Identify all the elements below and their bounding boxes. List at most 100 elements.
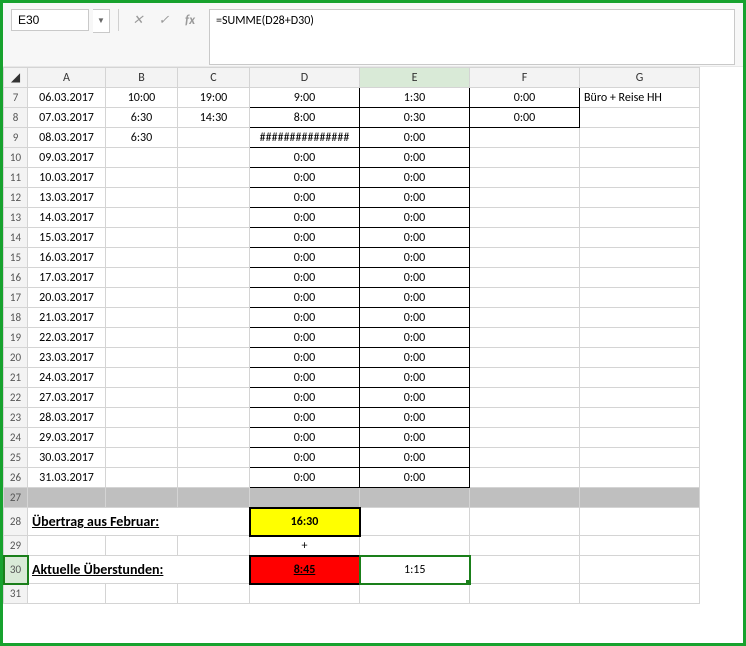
cell[interactable] [360, 584, 470, 604]
row-header[interactable]: 20 [4, 348, 28, 368]
cell[interactable] [470, 556, 580, 584]
cell[interactable] [178, 468, 250, 488]
cell[interactable]: 0:00 [360, 388, 470, 408]
cell[interactable]: 6:30 [106, 108, 178, 128]
cell[interactable]: 0:00 [250, 148, 360, 168]
cell[interactable]: 0:00 [360, 368, 470, 388]
cell[interactable]: 0:00 [250, 368, 360, 388]
cell[interactable] [178, 148, 250, 168]
cell[interactable] [178, 168, 250, 188]
worksheet[interactable]: ◢ A B C D E F G 706.03.201710:0019:009:0… [3, 67, 743, 604]
cell[interactable] [106, 188, 178, 208]
cell[interactable]: 0:00 [360, 288, 470, 308]
cell[interactable] [470, 468, 580, 488]
cell[interactable] [580, 388, 700, 408]
cell[interactable] [470, 488, 580, 508]
cell[interactable] [470, 168, 580, 188]
cell[interactable]: 22.03.2017 [28, 328, 106, 348]
row-header[interactable]: 22 [4, 388, 28, 408]
cell[interactable]: 06.03.2017 [28, 88, 106, 108]
cell[interactable] [580, 468, 700, 488]
cell[interactable]: 0:00 [250, 188, 360, 208]
row-header[interactable]: 12 [4, 188, 28, 208]
row-header[interactable]: 19 [4, 328, 28, 348]
cell[interactable] [106, 448, 178, 468]
cell[interactable]: 0:00 [250, 268, 360, 288]
row-header[interactable]: 29 [4, 536, 28, 556]
cell[interactable]: 24.03.2017 [28, 368, 106, 388]
cell[interactable] [470, 508, 580, 536]
cell[interactable]: 0:00 [360, 168, 470, 188]
row-header[interactable]: 13 [4, 208, 28, 228]
cell[interactable]: 15.03.2017 [28, 228, 106, 248]
cell[interactable] [106, 148, 178, 168]
cell[interactable]: 0:00 [250, 248, 360, 268]
cell[interactable]: 9:00 [250, 88, 360, 108]
cell[interactable] [580, 168, 700, 188]
cell[interactable]: 17.03.2017 [28, 268, 106, 288]
cell[interactable] [470, 348, 580, 368]
row-header[interactable]: 14 [4, 228, 28, 248]
cell[interactable] [580, 108, 700, 128]
cell[interactable] [580, 208, 700, 228]
label-uebertrag[interactable]: Übertrag aus Februar: [28, 508, 250, 536]
cell[interactable] [106, 308, 178, 328]
cell[interactable] [106, 168, 178, 188]
cell[interactable] [580, 188, 700, 208]
cell[interactable]: 0:00 [250, 428, 360, 448]
cell[interactable] [178, 368, 250, 388]
cell[interactable] [470, 308, 580, 328]
fx-icon[interactable]: fx [179, 9, 201, 31]
col-header-E[interactable]: E [360, 68, 470, 88]
cell[interactable]: 19:00 [178, 88, 250, 108]
cell[interactable]: 14:30 [178, 108, 250, 128]
cell[interactable]: 14.03.2017 [28, 208, 106, 228]
cell[interactable]: 30.03.2017 [28, 448, 106, 468]
cell[interactable] [28, 584, 106, 604]
cell[interactable] [470, 208, 580, 228]
cell[interactable]: 0:00 [360, 408, 470, 428]
cell[interactable] [106, 388, 178, 408]
select-all-corner[interactable]: ◢ [4, 68, 28, 88]
cell[interactable]: 0:00 [360, 348, 470, 368]
cell[interactable] [580, 448, 700, 468]
cell[interactable] [470, 428, 580, 448]
cell[interactable] [580, 368, 700, 388]
cell[interactable] [106, 208, 178, 228]
cell[interactable] [106, 268, 178, 288]
cell[interactable] [250, 488, 360, 508]
cell[interactable] [178, 128, 250, 148]
cell[interactable] [106, 488, 178, 508]
row-header[interactable]: 24 [4, 428, 28, 448]
row-header[interactable]: 23 [4, 408, 28, 428]
cell[interactable] [580, 428, 700, 448]
row-header[interactable]: 7 [4, 88, 28, 108]
cell[interactable] [580, 228, 700, 248]
label-ueberstunden[interactable]: Aktuelle Überstunden: [28, 556, 250, 584]
cell[interactable] [178, 408, 250, 428]
row-header[interactable]: 10 [4, 148, 28, 168]
cell[interactable] [178, 584, 250, 604]
row-header[interactable]: 9 [4, 128, 28, 148]
cell[interactable] [178, 448, 250, 468]
cell[interactable] [106, 228, 178, 248]
cell[interactable] [470, 328, 580, 348]
cell[interactable] [470, 584, 580, 604]
cell[interactable]: 0:00 [250, 468, 360, 488]
cell[interactable] [470, 228, 580, 248]
cell[interactable]: 0:00 [360, 228, 470, 248]
cell[interactable] [580, 148, 700, 168]
cell[interactable]: 09.03.2017 [28, 148, 106, 168]
cell[interactable] [178, 268, 250, 288]
cell[interactable] [106, 584, 178, 604]
cell[interactable]: 0:00 [360, 268, 470, 288]
cell[interactable] [470, 188, 580, 208]
row-header[interactable]: 21 [4, 368, 28, 388]
cell[interactable]: 0:00 [250, 228, 360, 248]
cell[interactable] [106, 428, 178, 448]
cell[interactable]: 0:00 [360, 148, 470, 168]
cell[interactable] [106, 248, 178, 268]
cell[interactable]: 23.03.2017 [28, 348, 106, 368]
row-header[interactable]: 16 [4, 268, 28, 288]
cell[interactable]: 0:00 [250, 388, 360, 408]
